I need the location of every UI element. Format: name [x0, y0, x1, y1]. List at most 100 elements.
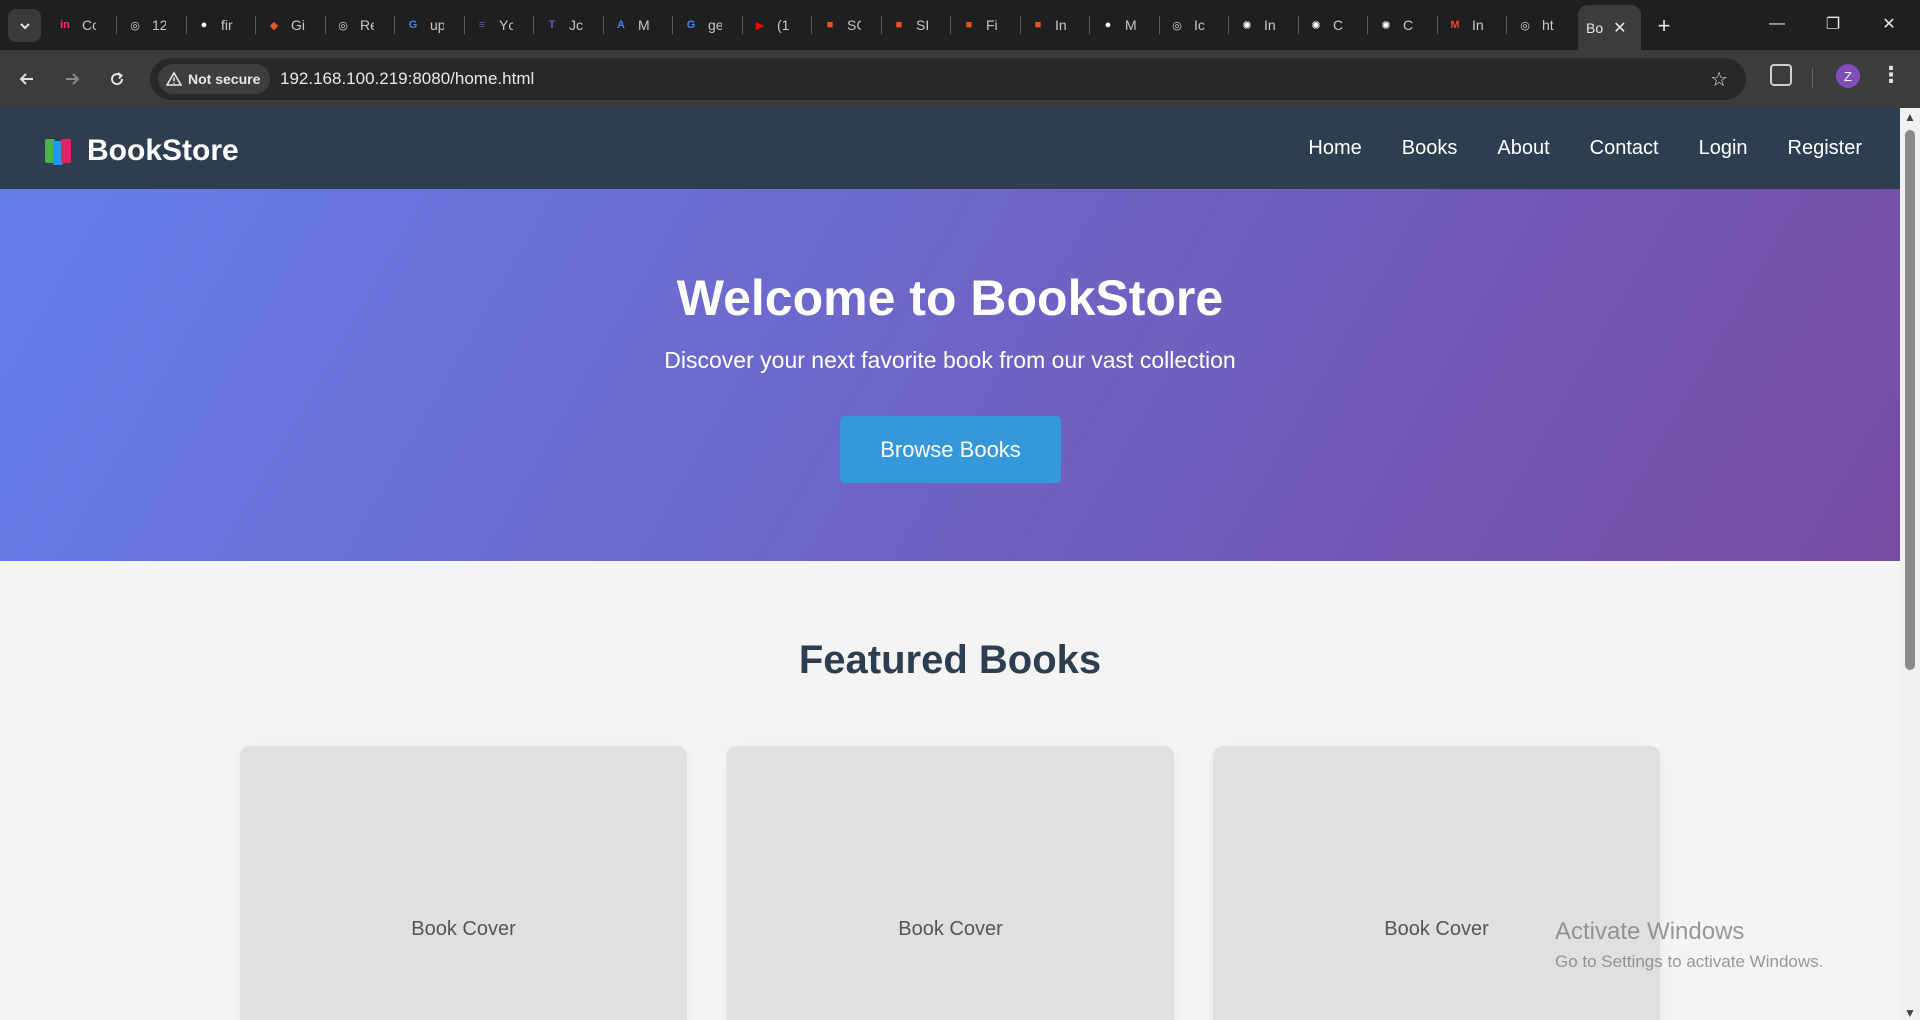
menu-kebab-icon[interactable]: ⋮: [1880, 62, 1902, 88]
scrollbar-thumb[interactable]: [1905, 130, 1915, 670]
reload-button[interactable]: [102, 64, 132, 94]
microsoft-icon: ■: [965, 19, 973, 31]
browser-toolbar: Not secure 192.168.100.219:8080/home.htm…: [0, 50, 1920, 108]
address-bar[interactable]: Not secure 192.168.100.219:8080/home.htm…: [150, 58, 1746, 100]
tab-separator: [950, 16, 951, 34]
watermark-line-2: Go to Settings to activate Windows.: [1555, 952, 1824, 971]
globe-icon: ◎: [1172, 19, 1182, 32]
arrow-left-icon: [19, 73, 33, 85]
browser-tab[interactable]: ■ SI: [886, 9, 946, 41]
browser-tab-title: SI: [916, 17, 930, 33]
site-logo[interactable]: BookStore: [45, 134, 239, 168]
browser-tab[interactable]: ■ SC: [817, 9, 877, 41]
toolbar-divider: [1812, 68, 1813, 88]
back-button[interactable]: [12, 64, 42, 94]
browser-tab[interactable]: T Jc: [539, 9, 599, 41]
page-scrollbar[interactable]: ▲ ▼: [1900, 108, 1920, 1020]
github-icon: ●: [200, 19, 208, 31]
warning-icon: [166, 71, 182, 86]
browser-tab[interactable]: ■ Fi: [956, 9, 1016, 41]
restore-button[interactable]: ❐: [1810, 8, 1856, 40]
nav-books[interactable]: Books: [1402, 137, 1458, 160]
invision-icon: in: [60, 19, 70, 31]
tab-separator: [1020, 16, 1021, 34]
globe-icon: ◎: [1520, 19, 1530, 32]
tab-separator: [116, 16, 117, 34]
not-secure-label: Not secure: [188, 71, 261, 87]
nav-home[interactable]: Home: [1308, 137, 1361, 160]
browser-tab[interactable]: ✺ In: [1234, 9, 1294, 41]
browser-tab[interactable]: ◆ Gi: [261, 9, 321, 41]
browser-tab-title: Cc: [82, 17, 96, 33]
minimize-button[interactable]: —: [1754, 8, 1800, 40]
microsoft-icon: ■: [826, 19, 834, 31]
browser-tab[interactable]: ▶ (1: [747, 9, 807, 41]
browser-tab[interactable]: ≡ Yc: [469, 9, 529, 41]
extensions-icon[interactable]: [1770, 64, 1792, 86]
bookmark-star-icon[interactable]: ☆: [1710, 67, 1728, 92]
book-card[interactable]: Book Cover: [240, 746, 687, 1020]
tab-separator: [1367, 16, 1368, 34]
browser-tab[interactable]: ◎ Re: [330, 9, 390, 41]
book-card[interactable]: Book Cover: [1213, 746, 1660, 1020]
book-card[interactable]: Book Cover: [727, 746, 1174, 1020]
active-tab[interactable]: Bo ✕: [1578, 5, 1641, 50]
scroll-down-arrow-icon[interactable]: ▼: [1904, 1006, 1916, 1020]
book-cover-placeholder: Book Cover: [898, 918, 1003, 940]
browse-books-button[interactable]: Browse Books: [840, 416, 1061, 483]
nav-register[interactable]: Register: [1788, 137, 1862, 160]
close-tab-icon[interactable]: ✕: [1613, 18, 1626, 38]
tab-separator: [1089, 16, 1090, 34]
browser-tab[interactable]: ■ In: [1025, 9, 1085, 41]
youtube-icon: ▶: [755, 19, 765, 32]
url-text[interactable]: 192.168.100.219:8080/home.html: [280, 69, 534, 89]
browser-tab-title: Jc: [569, 17, 583, 33]
browser-tab[interactable]: AM: [608, 9, 668, 41]
browser-tab[interactable]: ● M: [1095, 9, 1155, 41]
translate-icon: A: [617, 19, 625, 31]
tab-separator: [1437, 16, 1438, 34]
browser-tab-title: up: [430, 17, 444, 33]
close-window-button[interactable]: ✕: [1866, 8, 1912, 40]
browser-tab-title: M: [638, 17, 650, 33]
tab-separator: [1159, 16, 1160, 34]
logo-text: BookStore: [87, 134, 239, 167]
tab-separator: [533, 16, 534, 34]
forward-button[interactable]: [57, 64, 87, 94]
scroll-up-arrow-icon[interactable]: ▲: [1904, 110, 1916, 124]
hero-subtitle: Discover your next favorite book from ou…: [664, 347, 1236, 373]
tab-separator: [255, 16, 256, 34]
chatgpt-icon: ✺: [1311, 19, 1321, 32]
browser-tab-title: (1: [777, 17, 790, 33]
browser-tab[interactable]: in Cc: [52, 9, 112, 41]
browser-tab-title: Ic: [1194, 17, 1205, 33]
browser-tab-title: C: [1403, 17, 1414, 33]
browser-tab[interactable]: ◎ Ic: [1164, 9, 1224, 41]
browser-tab-title: Re: [360, 17, 374, 33]
tab-separator: [1228, 16, 1229, 34]
chatgpt-icon: ✺: [1381, 19, 1391, 32]
browser-tab[interactable]: ● fir: [191, 9, 251, 41]
tab-separator: [603, 16, 604, 34]
tab-search-button[interactable]: [8, 9, 41, 42]
browser-tab-title: In: [1055, 17, 1067, 33]
nav-contact[interactable]: Contact: [1590, 137, 1659, 160]
browser-tab[interactable]: ✺ C: [1303, 9, 1363, 41]
not-secure-chip[interactable]: Not secure: [158, 64, 271, 94]
nav-about[interactable]: About: [1497, 137, 1549, 160]
google-icon: G: [408, 19, 418, 31]
browser-tab[interactable]: M In: [1442, 9, 1502, 41]
new-tab-button[interactable]: +: [1650, 12, 1678, 40]
browser-tab[interactable]: Gge: [678, 9, 738, 41]
forms-icon: ≡: [478, 19, 486, 31]
browser-tab[interactable]: ◎ 12: [122, 9, 182, 41]
browser-tab-bar: inCc◎12●fir◆Gi◎ReGup≡YcTJcAMGge▶(1■SC■SI…: [0, 0, 1920, 50]
profile-avatar[interactable]: Z: [1836, 64, 1860, 88]
browser-tab[interactable]: Gup: [400, 9, 460, 41]
nav-login[interactable]: Login: [1699, 137, 1748, 160]
browser-tab[interactable]: ✺ C: [1373, 9, 1433, 41]
windows-activation-watermark: Activate Windows Go to Settings to activ…: [1555, 918, 1823, 972]
main-nav: Home Books About Contact Login Register: [1308, 137, 1862, 160]
web-page: BookStore Home Books About Contact Login…: [0, 108, 1900, 1020]
browser-tab[interactable]: ◎ ht: [1512, 9, 1572, 41]
